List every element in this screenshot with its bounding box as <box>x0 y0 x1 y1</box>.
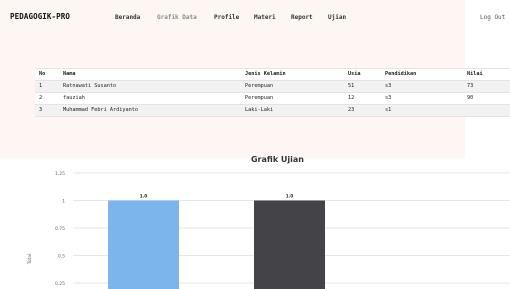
logout-link[interactable]: Log Out <box>480 14 505 21</box>
table-cell: Ratnawati Susanto <box>59 80 241 93</box>
table-cell: Perempuan <box>241 92 344 105</box>
table-row: 1 Ratnawati Susanto Perempuan 51 s3 73 <box>35 80 510 93</box>
table-cell: 12 <box>344 92 381 105</box>
column-header-usia: Usia <box>344 68 381 81</box>
table-cell: 90 <box>463 92 510 105</box>
table-cell: s3 <box>381 80 463 93</box>
nav-link-report[interactable]: Report <box>291 14 313 21</box>
bar-data-label: 1.0 <box>286 194 294 199</box>
table-cell: Muhammad Febri Ardiyanto <box>59 104 241 117</box>
navbar: PEDAGOGIK-PRO Beranda Grafik Data Profil… <box>0 0 510 36</box>
table-cell: 23 <box>344 104 381 117</box>
table-cell: s3 <box>381 92 463 105</box>
data-table-wrapper: No Nama Jenis Kelamin Usia Pendidikan Ni… <box>35 68 510 117</box>
y-tick-label: 0.25 <box>55 281 65 287</box>
y-axis-title: Total <box>27 254 33 266</box>
y-tick-label: 1.25 <box>55 171 65 177</box>
table-row: 3 Muhammad Febri Ardiyanto Laki-Laki 23 … <box>35 104 510 117</box>
table-cell: 51 <box>344 80 381 93</box>
y-tick-label: 0.5 <box>58 253 65 259</box>
table-cell: s1 <box>381 104 463 117</box>
table-cell: 3 <box>35 104 59 117</box>
brand-logo[interactable]: PEDAGOGIK-PRO <box>10 12 70 21</box>
bar-data-label: 1.0 <box>140 194 148 199</box>
column-header-no: No <box>35 68 59 81</box>
y-tick-label: 0.75 <box>55 226 65 232</box>
bar-chart: 0.25 0.5 0.75 1 1.25 Total 1.0 1.0 <box>27 171 510 289</box>
data-table: No Nama Jenis Kelamin Usia Pendidikan Ni… <box>35 68 510 117</box>
nav-link-beranda[interactable]: Beranda <box>115 14 140 21</box>
table-cell: Laki-Laki <box>241 104 344 117</box>
table-header-row: No Nama Jenis Kelamin Usia Pendidikan Ni… <box>35 68 510 81</box>
column-header-jenis-kelamin: Jenis Kelamin <box>241 68 344 81</box>
nav-link-profile[interactable]: Profile <box>214 14 239 21</box>
table-cell: 1 <box>35 80 59 93</box>
bar <box>108 200 179 289</box>
table-cell <box>463 104 510 117</box>
table-row: 2 fauziah Perempuan 12 s3 90 <box>35 92 510 105</box>
table-cell: Perempuan <box>241 80 344 93</box>
table-cell: fauziah <box>59 92 241 105</box>
column-header-pendidikan: Pendidikan <box>381 68 463 81</box>
nav-link-grafik-data[interactable]: Grafik Data <box>157 14 197 21</box>
bar <box>254 200 325 289</box>
nav-link-ujian[interactable]: Ujian <box>328 14 346 21</box>
column-header-nama: Nama <box>59 68 241 81</box>
column-header-nilai: Nilai <box>463 68 510 81</box>
table-cell: 2 <box>35 92 59 105</box>
nav-link-materi[interactable]: Materi <box>254 14 276 21</box>
table-cell: 73 <box>463 80 510 93</box>
y-tick-label: 1 <box>62 198 65 204</box>
